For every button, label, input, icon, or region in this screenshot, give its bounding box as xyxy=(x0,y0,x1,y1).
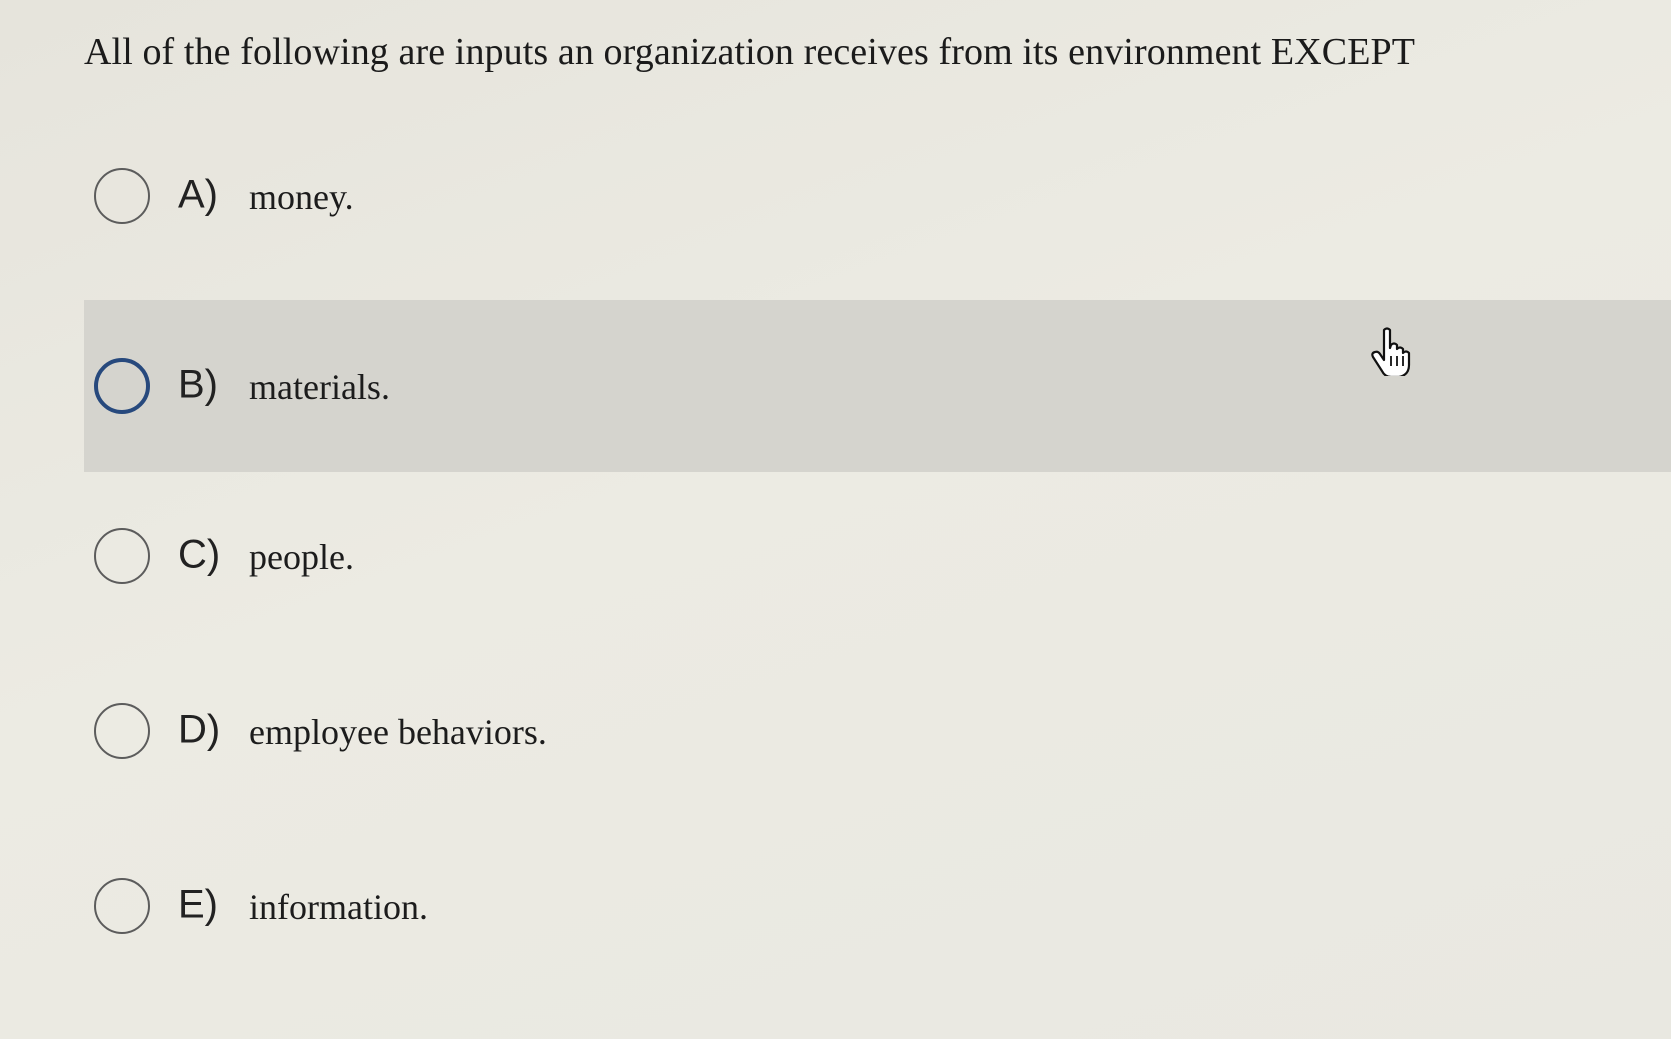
hand-pointer-icon xyxy=(1371,327,1411,376)
option-letter: D) xyxy=(178,707,221,752)
option-text: materials. xyxy=(249,366,390,407)
option-letter: C) xyxy=(178,532,221,577)
option-letter: E) xyxy=(178,882,218,927)
option-b[interactable]: B) materials. xyxy=(84,300,1671,472)
quiz-screen: All of the following are inputs an organ… xyxy=(0,0,1671,1039)
radio-button-b[interactable] xyxy=(94,358,150,414)
radio-button-e[interactable] xyxy=(94,878,150,934)
option-letter: A) xyxy=(178,172,218,217)
option-letter: B) xyxy=(178,362,218,407)
radio-button-a[interactable] xyxy=(94,168,150,224)
radio-button-c[interactable] xyxy=(94,528,150,584)
option-text: people. xyxy=(249,536,354,577)
option-text: information. xyxy=(249,886,428,927)
option-d[interactable]: D) employee behaviors. xyxy=(84,645,1671,817)
option-e[interactable]: E) information. xyxy=(84,820,1671,992)
option-a[interactable]: A) money. xyxy=(84,110,1671,282)
option-text: employee behaviors. xyxy=(249,711,547,752)
question-text: All of the following are inputs an organ… xyxy=(84,31,1416,73)
option-c[interactable]: C) people. xyxy=(84,470,1671,642)
option-text: money. xyxy=(249,176,354,217)
radio-button-d[interactable] xyxy=(94,703,150,759)
